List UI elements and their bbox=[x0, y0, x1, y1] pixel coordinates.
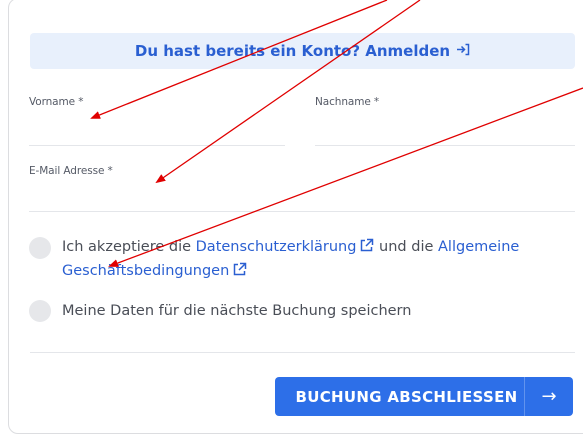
external-link-icon bbox=[359, 238, 374, 260]
firstname-underline bbox=[29, 145, 285, 146]
external-link-icon bbox=[232, 262, 247, 284]
lastname-label: Nachname * bbox=[315, 96, 380, 108]
email-underline bbox=[29, 211, 575, 212]
consent-middle: und die bbox=[379, 239, 434, 255]
firstname-label: Vorname * bbox=[29, 96, 84, 108]
privacy-policy-link[interactable]: Datenschutzerklärung bbox=[196, 239, 357, 255]
consent-text: Ich akzeptiere die Datenschutzerklärung … bbox=[62, 236, 574, 284]
save-data-checkbox[interactable] bbox=[29, 300, 51, 322]
login-banner-link[interactable]: Du hast bereits ein Konto? Anmelden bbox=[30, 33, 575, 69]
email-label: E-Mail Adresse * bbox=[29, 165, 113, 177]
login-arrow-icon bbox=[456, 43, 470, 60]
save-data-row: Meine Daten für die nächste Buchung spei… bbox=[29, 300, 411, 322]
lastname-underline bbox=[315, 145, 575, 146]
arrow-right-icon: → bbox=[524, 377, 573, 416]
complete-booking-label: BUCHUNG ABSCHLIESSEN bbox=[295, 387, 518, 406]
login-banner-text: Du hast bereits ein Konto? Anmelden bbox=[134, 42, 451, 60]
form-divider bbox=[30, 352, 575, 353]
consent-checkbox[interactable] bbox=[29, 237, 51, 259]
save-data-label: Meine Daten für die nächste Buchung spei… bbox=[62, 303, 412, 319]
firstname-input[interactable] bbox=[29, 112, 288, 144]
complete-booking-button[interactable]: BUCHUNG ABSCHLIESSEN → bbox=[275, 377, 573, 416]
email-input[interactable] bbox=[29, 180, 577, 210]
lastname-input[interactable] bbox=[315, 112, 577, 144]
consent-prefix: Ich akzeptiere die bbox=[62, 239, 192, 255]
consent-row: Ich akzeptiere die Datenschutzerklärung … bbox=[29, 236, 574, 284]
